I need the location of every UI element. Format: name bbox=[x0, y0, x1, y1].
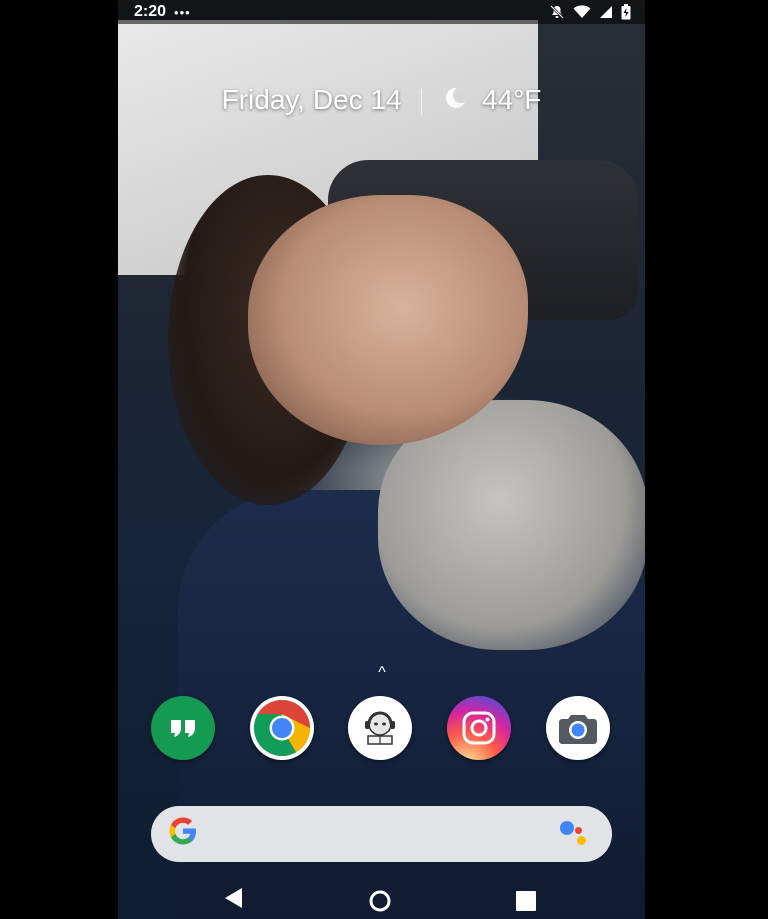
recents-icon[interactable] bbox=[515, 890, 537, 917]
widget-date[interactable]: Friday, Dec 14 bbox=[222, 84, 402, 115]
camera-icon[interactable] bbox=[546, 696, 610, 760]
instagram-icon[interactable] bbox=[447, 696, 511, 760]
status-bar: 2:20 ••• bbox=[118, 0, 645, 24]
navigation-bar bbox=[118, 880, 645, 919]
chrome-icon[interactable] bbox=[250, 696, 314, 760]
signal-icon bbox=[599, 5, 613, 19]
weather-moon-icon bbox=[442, 85, 468, 118]
google-search-bar[interactable] bbox=[151, 806, 612, 862]
google-assistant-icon[interactable] bbox=[560, 819, 590, 849]
status-icons bbox=[549, 4, 631, 20]
widget-temperature[interactable]: 44°F bbox=[482, 84, 541, 115]
widget-divider bbox=[421, 88, 423, 115]
status-time: 2:20 bbox=[134, 3, 167, 20]
dock bbox=[118, 696, 645, 760]
google-g-logo[interactable] bbox=[167, 815, 199, 853]
app-drawer-arrow[interactable]: ^ bbox=[372, 664, 392, 682]
battery-icon bbox=[621, 4, 631, 20]
notifications-off-icon bbox=[549, 4, 565, 20]
custom-app-icon[interactable] bbox=[348, 696, 412, 760]
back-icon[interactable] bbox=[222, 886, 244, 915]
at-a-glance-widget[interactable]: Friday, Dec 14 44°F bbox=[118, 84, 645, 118]
home-icon[interactable] bbox=[368, 889, 392, 918]
wallpaper bbox=[118, 0, 645, 919]
status-notification-dots: ••• bbox=[174, 4, 191, 20]
wifi-icon bbox=[573, 5, 591, 19]
hangouts-icon[interactable] bbox=[151, 696, 215, 760]
phone-screen: 2:20 ••• Friday, Dec 14 44°F ^ bbox=[118, 0, 645, 919]
